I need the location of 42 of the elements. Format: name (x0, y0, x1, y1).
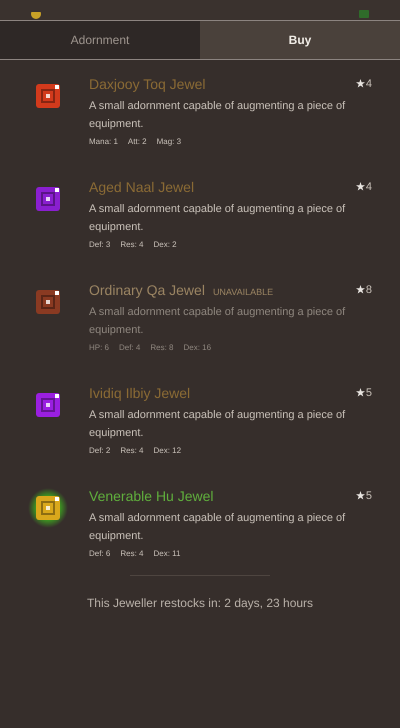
status-label: UNAVAILABLE (212, 286, 274, 299)
stat-label: Mag: 3 (156, 136, 182, 148)
tab[interactable]: Adornment (0, 21, 200, 59)
rank-label: 5 (366, 489, 372, 504)
star-icon (356, 388, 365, 397)
item-name: Aged Naal Jewel (89, 178, 194, 197)
stat-label: Dex: 12 (153, 445, 182, 457)
stat-label: Dex: 16 (183, 342, 212, 354)
star-icon (356, 285, 365, 294)
stat-label: Res: 4 (120, 445, 144, 457)
rank-label: 5 (366, 386, 372, 401)
stat-label: Def: 3 (89, 239, 110, 251)
item-description: A small adornment capable of augmenting a piece of equipment. (89, 202, 346, 235)
stat-label: Res: 8 (150, 342, 174, 354)
item-name: Ividiq Ilbiy Jewel (89, 384, 190, 403)
stat-label: Res: 4 (120, 239, 144, 251)
rank-label: 4 (366, 180, 372, 195)
stat-label: Dex: 2 (153, 239, 177, 251)
item-description: A small adornment capable of augmenting a piece of equipment. (89, 408, 346, 441)
rank-label: 4 (366, 77, 372, 92)
stat-label: HP: 6 (89, 342, 110, 354)
stat-label: Def: 2 (89, 445, 110, 457)
star-icon (356, 79, 365, 88)
item-name: Venerable Hu Jewel (89, 487, 214, 506)
stat-label: Def: 6 (89, 548, 110, 560)
star-icon (356, 491, 365, 500)
rank-label: 8 (366, 283, 372, 298)
stat-label: Def: 4 (119, 342, 140, 354)
item-name: Ordinary Qa Jewel (89, 281, 205, 300)
item-name: Daxjooy Toq Jewel (89, 75, 206, 94)
stat-label: Res: 4 (120, 548, 144, 560)
stat-label: Dex: 11 (153, 548, 180, 560)
restock-text: This Jeweller restocks in: 2 days, 23 hours (86, 595, 314, 612)
tab[interactable]: Buy (200, 21, 400, 59)
status-icon (358, 10, 370, 20)
item-description: A small adornment capable of augmenting a piece of equipment. (89, 99, 346, 132)
item-description: A small adornment capable of augmenting a piece of equipment. (89, 305, 346, 338)
star-icon (356, 182, 365, 191)
coin-icon (30, 12, 42, 20)
stat-label: Att: 2 (128, 136, 147, 148)
item-description: A small adornment capable of augmenting a piece of equipment. (89, 511, 346, 544)
stat-label: Mana: 1 (89, 136, 118, 148)
